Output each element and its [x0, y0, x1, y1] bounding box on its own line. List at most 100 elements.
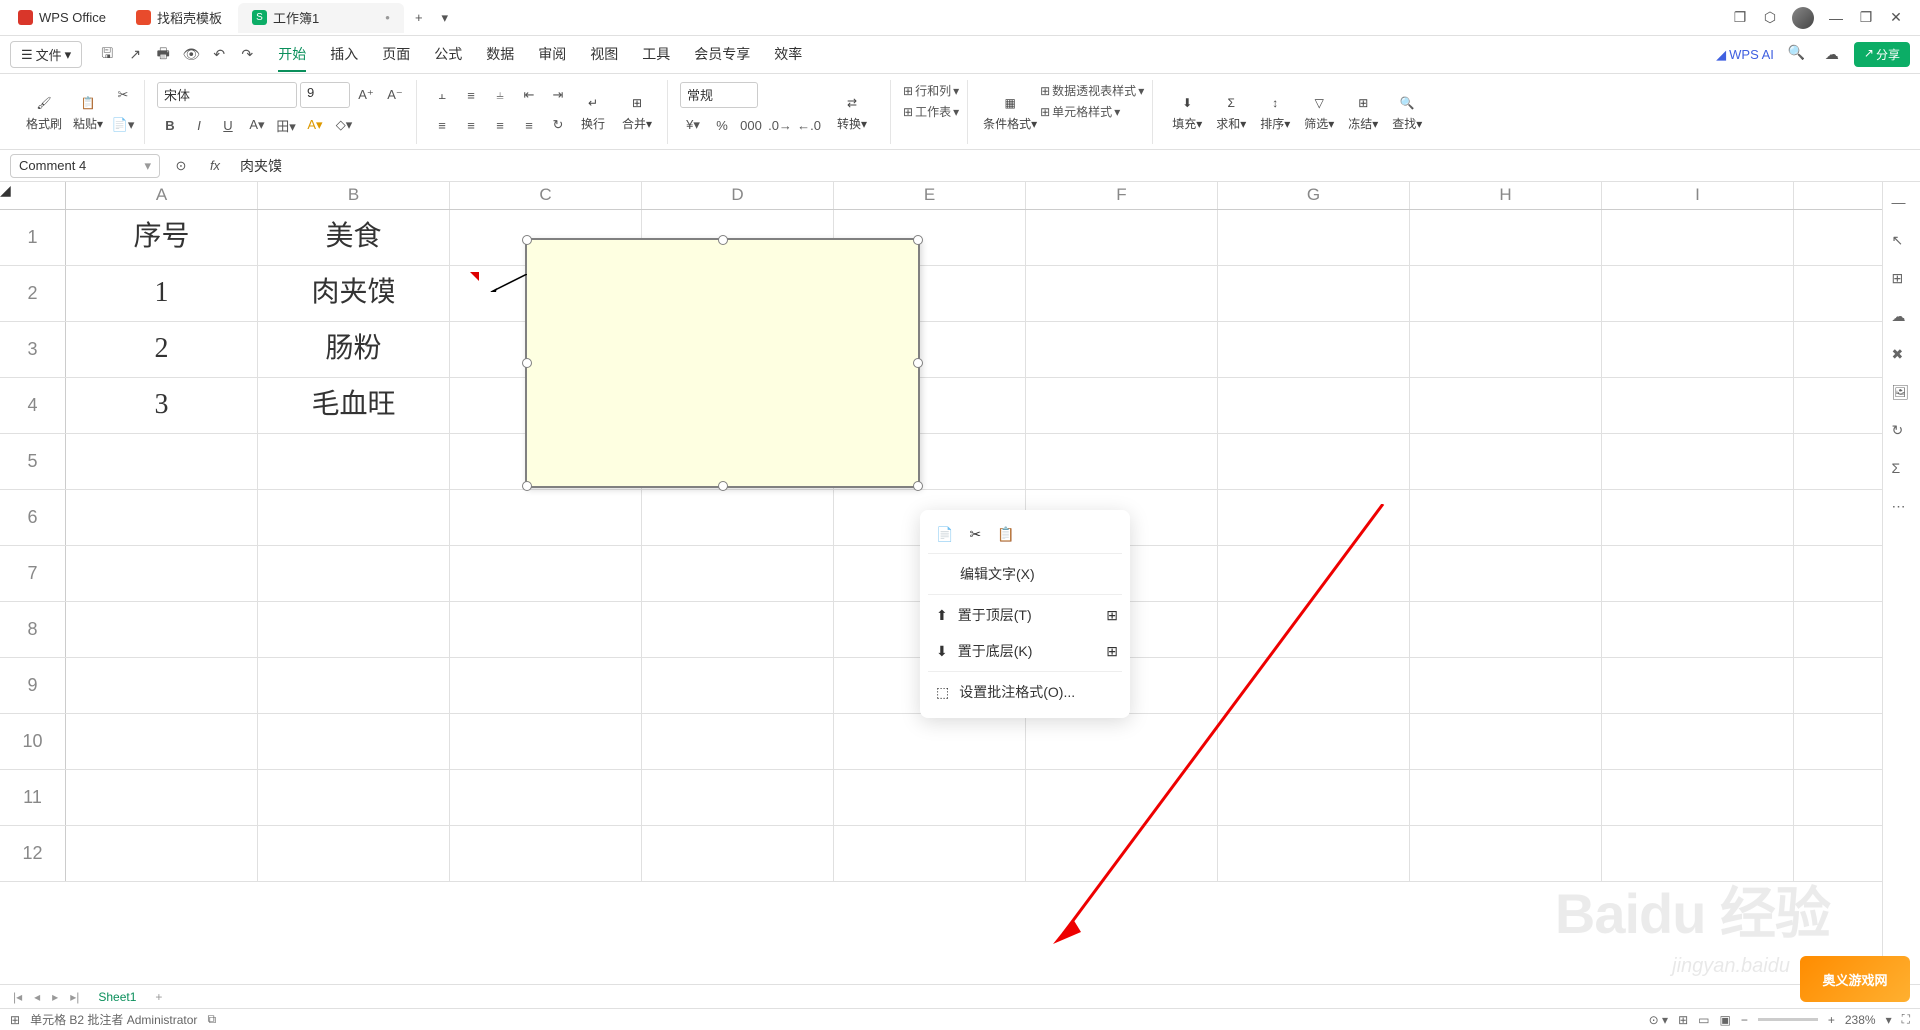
- row-2[interactable]: 2: [0, 266, 66, 321]
- cube-icon[interactable]: ⬡: [1762, 10, 1778, 26]
- col-G[interactable]: G: [1218, 182, 1410, 209]
- name-box[interactable]: Comment 4▾: [10, 154, 160, 178]
- cut-icon[interactable]: ✂: [110, 82, 136, 108]
- paste-icon[interactable]: 📋: [997, 526, 1014, 543]
- first-sheet-icon[interactable]: |◂: [10, 990, 25, 1004]
- grid-view-icon[interactable]: ⊞: [1678, 1013, 1688, 1027]
- row-11[interactable]: 11: [0, 770, 66, 825]
- align-just-icon[interactable]: ≡: [516, 112, 542, 138]
- merge-button[interactable]: ⊞合并▾: [615, 82, 659, 142]
- wrap-button[interactable]: ↵换行: [571, 82, 615, 142]
- fill-button[interactable]: ⬇填充▾: [1165, 82, 1209, 142]
- view-mode-icon[interactable]: ⊙ ▾: [1649, 1013, 1668, 1027]
- history-icon[interactable]: ↻: [1892, 422, 1912, 442]
- cm-bring-front[interactable]: ⬆置于顶层(T)⊞: [920, 597, 1130, 633]
- row-12[interactable]: 12: [0, 826, 66, 881]
- row-col-button[interactable]: ⊞ 行和列▾: [903, 82, 959, 99]
- handle-bl[interactable]: [522, 481, 532, 491]
- format-painter-button[interactable]: 🖌格式刷: [22, 82, 66, 142]
- dec-inc-icon[interactable]: .0→: [767, 112, 793, 138]
- add-sheet-icon[interactable]: +: [152, 990, 165, 1004]
- currency-icon[interactable]: ¥▾: [680, 112, 706, 138]
- cell-A3[interactable]: 2: [66, 322, 258, 377]
- border-button[interactable]: 田▾: [273, 112, 299, 138]
- search-icon[interactable]: 🔍: [1788, 44, 1810, 66]
- indent-dec-icon[interactable]: ⇤: [516, 82, 542, 108]
- row-7[interactable]: 7: [0, 546, 66, 601]
- cloud-icon[interactable]: ☁: [1892, 308, 1912, 328]
- wps-ai-button[interactable]: ◢ WPS AI: [1716, 47, 1774, 63]
- layout-icon[interactable]: ⊞: [10, 1013, 20, 1027]
- cancel-fx-icon[interactable]: ⊙: [168, 153, 194, 179]
- tab-wps-office[interactable]: WPS Office: [4, 3, 120, 33]
- cell-A4[interactable]: 3: [66, 378, 258, 433]
- dec-dec-icon[interactable]: ←.0: [796, 112, 822, 138]
- sheet-tab-1[interactable]: Sheet1: [88, 987, 146, 1007]
- shrink-font-icon[interactable]: A⁻: [382, 82, 408, 108]
- font-color-button[interactable]: A▾: [244, 112, 270, 138]
- zoom-dropdown-icon[interactable]: ▾: [1886, 1013, 1892, 1027]
- handle-ml[interactable]: [522, 358, 532, 368]
- page-view-icon[interactable]: ▭: [1698, 1013, 1709, 1027]
- bold-button[interactable]: B: [157, 112, 183, 138]
- prev-sheet-icon[interactable]: ◂: [31, 990, 43, 1004]
- sum-button[interactable]: Σ求和▾: [1209, 82, 1253, 142]
- tab-start[interactable]: 开始: [278, 38, 306, 72]
- tab-workbook1[interactable]: S 工作簿1 •: [238, 3, 404, 33]
- tab-member[interactable]: 会员专享: [694, 38, 750, 72]
- pivot-style-button[interactable]: ⊞ 数据透视表样式▾: [1040, 82, 1144, 99]
- close-button[interactable]: ✕: [1888, 10, 1904, 26]
- row-3[interactable]: 3: [0, 322, 66, 377]
- col-F[interactable]: F: [1026, 182, 1218, 209]
- handle-tl[interactable]: [522, 235, 532, 245]
- italic-button[interactable]: I: [186, 112, 212, 138]
- comment-box[interactable]: [525, 238, 920, 488]
- tab-tools[interactable]: 工具: [642, 38, 670, 72]
- row-1[interactable]: 1: [0, 210, 66, 265]
- cell-A1[interactable]: 序号: [66, 210, 258, 265]
- cm-edit-text[interactable]: 编辑文字(X): [920, 556, 1130, 592]
- highlight-button[interactable]: A▾: [302, 112, 328, 138]
- redo-icon[interactable]: ↷: [236, 44, 258, 66]
- tab-efficiency[interactable]: 效率: [774, 38, 802, 72]
- worksheet-button[interactable]: ⊞ 工作表▾: [903, 103, 959, 120]
- zoom-in-icon[interactable]: +: [1828, 1013, 1835, 1027]
- new-tab-button[interactable]: +: [406, 5, 432, 31]
- cut-icon[interactable]: ✂: [969, 526, 981, 543]
- tab-review[interactable]: 审阅: [538, 38, 566, 72]
- export-icon[interactable]: ↗: [124, 44, 146, 66]
- copy-icon[interactable]: 📄▾: [110, 112, 136, 138]
- grow-font-icon[interactable]: A⁺: [353, 82, 379, 108]
- maximize-button[interactable]: ❐: [1858, 10, 1874, 26]
- sort-button[interactable]: ↕排序▾: [1253, 82, 1297, 142]
- select-all-corner[interactable]: ◢: [0, 182, 66, 209]
- handle-bc[interactable]: [718, 481, 728, 491]
- panel-icon[interactable]: ⊞: [1892, 270, 1912, 290]
- avatar[interactable]: [1792, 7, 1814, 29]
- cell-style-button[interactable]: ⊞ 单元格样式▾: [1040, 103, 1144, 120]
- align-bot-icon[interactable]: ⫨: [487, 82, 513, 108]
- sum-icon[interactable]: Σ: [1892, 460, 1912, 480]
- row-9[interactable]: 9: [0, 658, 66, 713]
- cell-B2[interactable]: 肉夹馍: [258, 266, 450, 321]
- handle-tc[interactable]: [718, 235, 728, 245]
- share-button[interactable]: ↗ 分享: [1854, 42, 1910, 67]
- fullscreen-icon[interactable]: ⛶: [1902, 1012, 1910, 1027]
- cm-send-back[interactable]: ⬇置于底层(K)⊞: [920, 633, 1130, 669]
- handle-br[interactable]: [913, 481, 923, 491]
- tab-insert[interactable]: 插入: [330, 38, 358, 72]
- tab-menu-button[interactable]: ▾: [432, 5, 458, 31]
- fx-icon[interactable]: fx: [202, 153, 228, 179]
- freeze-button[interactable]: ⊞冻结▾: [1341, 82, 1385, 142]
- cm-format-comment[interactable]: ⬚设置批注格式(O)...: [920, 674, 1130, 710]
- tab-view[interactable]: 视图: [590, 38, 618, 72]
- reading-view-icon[interactable]: ▣: [1719, 1013, 1730, 1027]
- tab-page[interactable]: 页面: [382, 38, 410, 72]
- number-format-select[interactable]: 常规: [680, 82, 758, 108]
- fill-color-button[interactable]: ◇▾: [331, 112, 357, 138]
- next-sheet-icon[interactable]: ▸: [49, 990, 61, 1004]
- row-10[interactable]: 10: [0, 714, 66, 769]
- col-I[interactable]: I: [1602, 182, 1794, 209]
- col-A[interactable]: A: [66, 182, 258, 209]
- tab-data[interactable]: 数据: [486, 38, 514, 72]
